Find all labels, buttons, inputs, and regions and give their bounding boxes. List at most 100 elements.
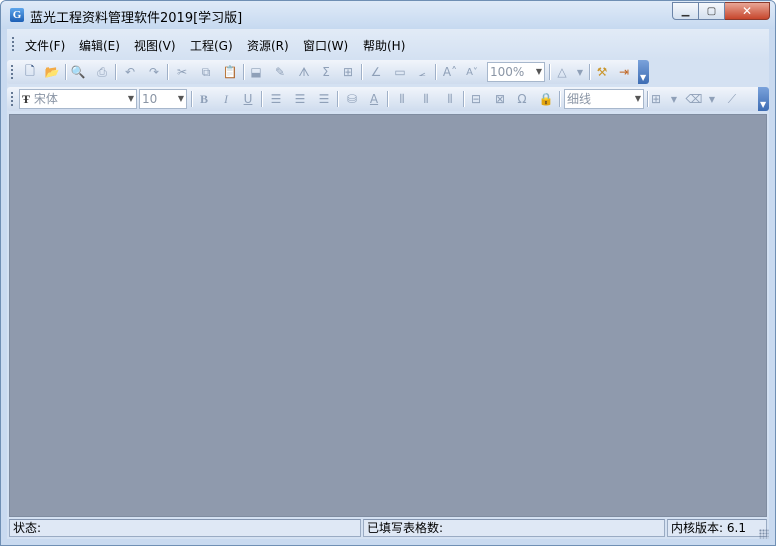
italic-icon[interactable]: I (217, 90, 235, 108)
toolbar-separator (65, 64, 67, 80)
maximize-button[interactable]: ▢ (699, 2, 725, 20)
app-logo-icon[interactable]: G (10, 8, 24, 22)
toolbar-separator (243, 64, 245, 80)
fill-color-icon[interactable]: ⛁ (343, 90, 361, 108)
toolbar-separator (549, 64, 551, 80)
kernel-label: 内核版本: (671, 521, 724, 535)
menubar-grip[interactable] (11, 36, 15, 52)
line-style-value: 细线 (567, 92, 592, 106)
menu-project[interactable]: 工程(G) (190, 37, 233, 54)
chevron-down-icon[interactable]: ▼ (635, 90, 641, 108)
open-folder-icon[interactable]: 📂 (43, 63, 61, 81)
menu-bar: 文件(F) 编辑(E) 视图(V) 工程(G) 资源(R) 窗口(W) 帮助(H… (7, 29, 769, 59)
toolbar1-options[interactable]: ▼ (638, 60, 649, 84)
find-icon[interactable]: ᗑ (295, 63, 313, 81)
resize-grip[interactable] (759, 529, 769, 539)
menu-help[interactable]: 帮助(H) (363, 37, 405, 54)
menu-resource[interactable]: 资源(R) (247, 37, 289, 54)
status-bar: 状态: 已填写表格数: 内核版本: 6.1 (7, 517, 769, 539)
toolbar-separator (167, 64, 169, 80)
redo-icon[interactable]: ↷ (145, 63, 163, 81)
print-icon[interactable]: ⎙ (93, 63, 111, 81)
toolbar2-options[interactable]: ▼ (758, 87, 769, 111)
chevron-down-icon[interactable]: ▼ (536, 63, 542, 81)
format-brush-icon[interactable]: ✎ (271, 63, 289, 81)
undo-icon[interactable]: ↶ (121, 63, 139, 81)
chevron-down-icon[interactable]: ▼ (178, 90, 184, 108)
font-size-value: 10 (142, 92, 158, 106)
toolbar-separator (337, 91, 339, 107)
align-right-icon[interactable]: ☰ (315, 90, 333, 108)
toolbar1-grip[interactable] (10, 64, 14, 80)
menu-file[interactable]: 文件(F) (25, 37, 65, 54)
zoom-value: 100% (490, 65, 525, 79)
toolbar-separator (589, 64, 591, 80)
draw-line-icon[interactable]: ∠ (367, 63, 385, 81)
eraser-dropdown-icon[interactable]: ▼ (703, 90, 721, 108)
cut-icon[interactable]: ✂ (173, 63, 191, 81)
eraser-icon[interactable]: ⌫ (685, 90, 703, 108)
toolbar-separator (115, 64, 117, 80)
copy-icon[interactable]: ⧉ (197, 63, 215, 81)
close-icon: ✕ (741, 4, 753, 18)
underline-icon[interactable]: U (239, 90, 257, 108)
chevron-down-icon[interactable]: ▼ (128, 90, 134, 108)
line-style-combo[interactable]: 细线 ▼ (564, 89, 644, 109)
mdi-workspace[interactable] (9, 114, 767, 517)
paste-icon[interactable]: 📋 (221, 63, 239, 81)
textbox-icon[interactable]: ▭ (391, 63, 409, 81)
toolbar2-grip[interactable] (10, 91, 14, 107)
chevron-down-icon: ▼ (640, 73, 647, 82)
menu-edit[interactable]: 编辑(E) (79, 37, 120, 54)
merge-cells-icon[interactable]: ⊟ (467, 90, 485, 108)
calculate-icon[interactable]: ⊞ (339, 63, 357, 81)
new-file-icon[interactable]: 🗋 (21, 63, 39, 81)
cell-layout-1-icon[interactable]: ⦀ (393, 90, 411, 108)
truetype-font-icon: Ŧ (22, 92, 31, 106)
cell-layout-2-icon[interactable]: ⦀ (417, 90, 435, 108)
minimize-button[interactable]: ▁ (672, 2, 699, 20)
zoom-combo[interactable]: 100% ▼ (487, 62, 545, 82)
title-bar[interactable]: G 蓝光工程资料管理软件2019[学习版] ▁ ▢ ✕ (1, 1, 775, 29)
caption-buttons: ▁ ▢ ✕ (672, 2, 770, 21)
font-size-combo[interactable]: 10 ▼ (139, 89, 187, 109)
tools-icon[interactable]: ⚒ (593, 63, 611, 81)
cell-layout-3-icon[interactable]: ⦀ (441, 90, 459, 108)
chevron-down-icon: ▼ (760, 100, 767, 109)
toolbar-separator (387, 91, 389, 107)
align-left-icon[interactable]: ☰ (267, 90, 285, 108)
menu-view[interactable]: 视图(V) (134, 37, 176, 54)
align-center-icon[interactable]: ☰ (291, 90, 309, 108)
client-area: 文件(F) 编辑(E) 视图(V) 工程(G) 资源(R) 窗口(W) 帮助(H… (7, 29, 769, 539)
bold-icon[interactable]: B (195, 90, 213, 108)
shape-icon[interactable]: △ (553, 63, 571, 81)
toolbar-separator (361, 64, 363, 80)
standard-toolbar: 🗋 📂 🔍 ⎙ ↶ ↷ ✂ ⧉ 📋 ⬓ ✎ ᗑ Σ ⊞ ∠ ▭ ⦟ A˄ A˅ (7, 60, 649, 84)
window-title: 蓝光工程资料管理软件2019[学习版] (30, 11, 243, 26)
maximize-icon: ▢ (706, 5, 717, 17)
toolbar-separator (435, 64, 437, 80)
lock-icon[interactable]: 🔒 (537, 90, 555, 108)
font-shrink-icon[interactable]: A˅ (463, 63, 481, 81)
font-grow-icon[interactable]: A˄ (441, 63, 459, 81)
sum-icon[interactable]: Σ (317, 63, 335, 81)
shape-dropdown-icon[interactable]: ▼ (571, 63, 589, 81)
format-toolbar: Ŧ 宋体 ▼ 10 ▼ B I U ☰ ☰ ☰ ⛁ A ⦀ ⦀ ⦀ ⊟ ⊠ Ω … (7, 87, 769, 111)
font-name: 宋体 (33, 92, 58, 106)
print-preview-icon[interactable]: 🔍 (69, 63, 87, 81)
toolbar-separator (463, 91, 465, 107)
border-icon[interactable]: ⊞ (647, 90, 665, 108)
menu-window[interactable]: 窗口(W) (303, 37, 348, 54)
close-button[interactable]: ✕ (725, 2, 770, 20)
insert-icon[interactable]: ⬓ (247, 63, 265, 81)
special-symbol-icon[interactable]: Ω (513, 90, 531, 108)
border-dropdown-icon[interactable]: ▼ (665, 90, 683, 108)
font-color-icon[interactable]: A (365, 90, 383, 108)
exit-icon[interactable]: ⇥ (615, 63, 633, 81)
toolbar-separator (261, 91, 263, 107)
status-kernel: 内核版本: 6.1 (667, 519, 767, 537)
chart-icon[interactable]: ⦟ (413, 63, 431, 81)
split-cells-icon[interactable]: ⊠ (491, 90, 509, 108)
font-combo[interactable]: Ŧ 宋体 ▼ (19, 89, 137, 109)
diagonal-line-icon[interactable]: ⟋ (723, 90, 741, 108)
